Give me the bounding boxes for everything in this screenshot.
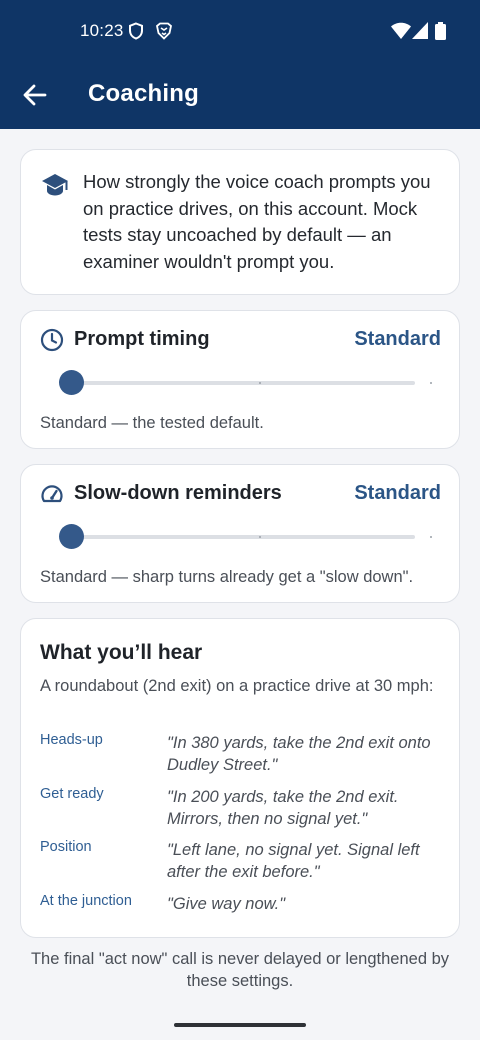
home-indicator[interactable] [174, 1023, 306, 1027]
slider-track [71, 535, 415, 539]
slider-thumb[interactable] [59, 370, 84, 395]
what-youll-hear-card: What you’ll hear A roundabout (2nd exit)… [20, 618, 460, 938]
slowdown-reminders-slider[interactable] [59, 523, 432, 551]
prompt-timing-slider[interactable] [59, 369, 432, 397]
slider-tick [430, 536, 432, 538]
intro-text: How strongly the voice coach prompts you… [83, 171, 431, 272]
page-title: Coaching [88, 80, 199, 107]
top-app-bar: 10:23 Coaching [0, 0, 480, 129]
hear-title: What you’ll hear [40, 641, 203, 664]
hear-row-label: Get ready [40, 786, 104, 802]
graduation-cap-icon [41, 172, 69, 203]
hear-row-quote: "In 380 yards, take the 2nd exit onto Du… [167, 734, 431, 774]
hear-row-quote: "In 200 yards, take the 2nd exit. Mirror… [167, 788, 399, 828]
prompt-timing-value[interactable]: Standard [354, 328, 441, 351]
speedometer-icon [40, 482, 64, 511]
slider-tick [430, 382, 432, 384]
slowdown-reminders-card: Slow-down reminders Standard Standard — … [20, 464, 460, 603]
clock-icon [40, 328, 64, 357]
status-time: 10:23 [80, 21, 124, 40]
slider-tick [259, 536, 261, 538]
hear-row-label: At the junction [40, 893, 132, 909]
prompt-timing-description: Standard — the tested default. [40, 414, 264, 432]
footer-note: The final "act now" call is never delaye… [30, 950, 450, 990]
slider-tick [259, 382, 261, 384]
back-arrow-icon[interactable] [20, 80, 50, 110]
hear-row-quote: "Give way now." [167, 895, 286, 913]
hear-subtitle: A roundabout (2nd exit) on a practice dr… [40, 677, 434, 695]
wifi-icon [391, 22, 411, 45]
hear-row-quote: "Left lane, no signal yet. Signal left a… [167, 841, 420, 881]
prompt-timing-card: Prompt timing Standard Standard — the te… [20, 310, 460, 449]
status-bar: 10:23 [0, 18, 480, 46]
cellular-signal-icon [412, 22, 428, 45]
hear-row-label: Position [40, 839, 92, 855]
slider-track [71, 381, 415, 385]
hear-row-label: Heads-up [40, 732, 103, 748]
prompt-timing-title: Prompt timing [74, 328, 210, 350]
brave-logo-icon [155, 22, 173, 45]
intro-card: How strongly the voice coach prompts you… [20, 149, 460, 295]
slowdown-reminders-value[interactable]: Standard [354, 482, 441, 505]
slowdown-reminders-description: Standard — sharp turns already get a "sl… [40, 568, 414, 586]
shield-outline-icon [128, 22, 144, 45]
slider-thumb[interactable] [59, 524, 84, 549]
battery-icon [435, 22, 446, 45]
slowdown-reminders-title: Slow-down reminders [74, 482, 282, 504]
